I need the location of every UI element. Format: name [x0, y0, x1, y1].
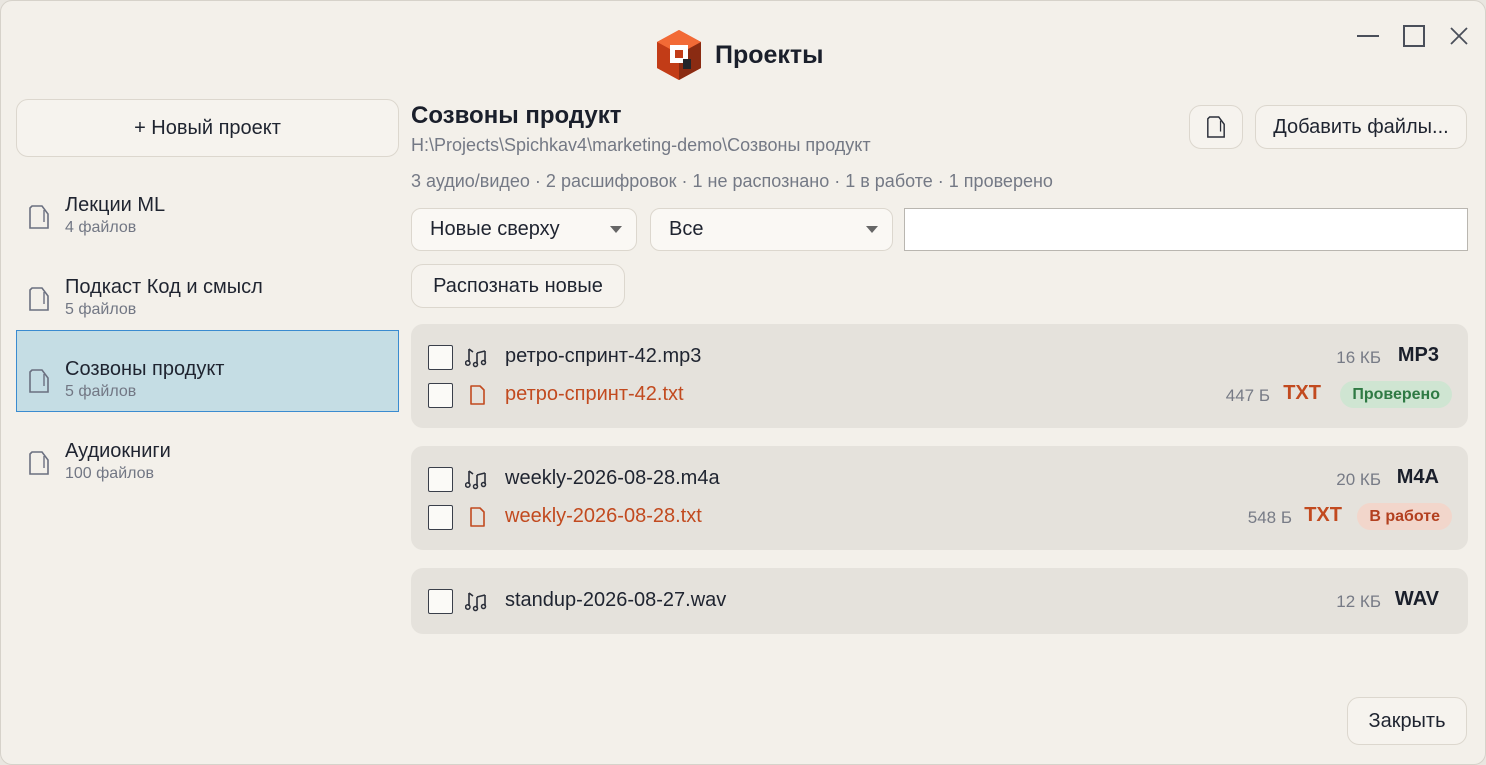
- maximize-button[interactable]: [1399, 21, 1429, 51]
- file-size: 12 КБ: [1336, 592, 1381, 611]
- file-row-transcript: ретро-спринт-42.txt 447 Б TXT Проверено: [411, 380, 1468, 410]
- folder-icon: [29, 205, 49, 229]
- project-file-count: 5 файлов: [65, 301, 137, 318]
- music-note-icon: [465, 470, 487, 490]
- file-checkbox[interactable]: [428, 345, 453, 370]
- project-file-count: 100 файлов: [65, 465, 155, 482]
- file-row-media: standup-2026-08-27.wav 12 КБ WAV: [411, 586, 1468, 616]
- transcript-file-name[interactable]: ретро-спринт-42.txt: [505, 383, 684, 406]
- project-name: Созвоны продукт: [65, 358, 225, 380]
- file-type: TXT: [1283, 382, 1321, 404]
- filter-select-value: Все: [669, 218, 704, 240]
- app-title: Проекты: [715, 41, 824, 69]
- recognize-new-button[interactable]: Распознать новые: [411, 264, 625, 308]
- document-icon: [470, 385, 485, 405]
- folder-icon: [29, 451, 49, 475]
- minimize-icon: [1357, 35, 1379, 37]
- transcript-file-name[interactable]: weekly-2026-08-28.txt: [505, 505, 702, 528]
- project-title: Созвоны продукт: [411, 102, 622, 129]
- file-checkbox[interactable]: [428, 383, 453, 408]
- file-type: M4A: [1396, 466, 1439, 488]
- new-project-button[interactable]: + Новый проект: [16, 99, 399, 157]
- search-input[interactable]: [904, 208, 1468, 251]
- project-item-selected[interactable]: Созвоны продукт 5 файлов: [16, 330, 399, 412]
- file-type: TXT: [1304, 504, 1342, 526]
- file-checkbox[interactable]: [428, 505, 453, 530]
- file-row-transcript: weekly-2026-08-28.txt 548 Б TXT В работе: [411, 502, 1468, 532]
- filter-select[interactable]: Все: [650, 208, 893, 251]
- project-stats: 3 аудио/видео · 2 расшифровок · 1 не рас…: [411, 171, 1053, 191]
- project-name: Подкаст Код и смысл: [65, 276, 263, 298]
- maximize-icon: [1403, 25, 1425, 47]
- folder-icon: [29, 287, 49, 311]
- project-item[interactable]: Лекции ML 4 файлов: [16, 166, 399, 248]
- media-file-name[interactable]: standup-2026-08-27.wav: [505, 589, 726, 612]
- file-type: WAV: [1394, 588, 1439, 610]
- add-files-button[interactable]: Добавить файлы...: [1255, 105, 1467, 149]
- project-file-count: 5 файлов: [65, 383, 137, 400]
- sort-select-value: Новые сверху: [430, 218, 560, 240]
- file-checkbox[interactable]: [428, 467, 453, 492]
- chevron-down-icon: [610, 226, 622, 233]
- project-file-count: 4 файлов: [65, 219, 137, 236]
- app-logo-icon: [657, 30, 701, 80]
- close-window-button[interactable]: [1444, 21, 1474, 51]
- file-size: 20 КБ: [1336, 470, 1381, 489]
- title-bar: Проекты: [1, 1, 1485, 97]
- status-badge: Проверено: [1340, 381, 1452, 408]
- music-note-icon: [465, 348, 487, 368]
- file-group: weekly-2026-08-28.m4a 20 КБ M4A weekly-2…: [411, 446, 1468, 550]
- file-group: ретро-спринт-42.mp3 16 КБ MP3 ретро-спри…: [411, 324, 1468, 428]
- media-file-name[interactable]: ретро-спринт-42.mp3: [505, 345, 701, 368]
- close-icon: [1450, 27, 1468, 45]
- project-path: H:\Projects\Spichkav4\marketing-demo\Соз…: [411, 135, 871, 155]
- file-group: standup-2026-08-27.wav 12 КБ WAV: [411, 568, 1468, 634]
- close-button[interactable]: Закрыть: [1347, 697, 1467, 745]
- project-list: Лекции ML 4 файлов Подкаст Код и смысл 5…: [16, 166, 399, 494]
- project-name: Аудиокниги: [65, 440, 171, 462]
- status-badge: В работе: [1357, 503, 1452, 530]
- file-row-media: weekly-2026-08-28.m4a 20 КБ M4A: [411, 464, 1468, 494]
- file-row-media: ретро-спринт-42.mp3 16 КБ MP3: [411, 342, 1468, 372]
- minimize-button[interactable]: [1353, 21, 1383, 51]
- project-item[interactable]: Подкаст Код и смысл 5 файлов: [16, 248, 399, 330]
- media-file-name[interactable]: weekly-2026-08-28.m4a: [505, 467, 720, 490]
- file-size: 447 Б: [1225, 386, 1270, 405]
- project-item[interactable]: Аудиокниги 100 файлов: [16, 412, 399, 494]
- projects-window: Проекты + Новый проект Лекции ML 4 файло…: [0, 0, 1486, 765]
- project-name: Лекции ML: [65, 194, 166, 216]
- file-type: MP3: [1397, 344, 1439, 366]
- document-icon: [470, 507, 485, 527]
- file-size: 16 КБ: [1336, 348, 1381, 367]
- folder-icon: [1207, 116, 1225, 138]
- open-folder-button[interactable]: [1189, 105, 1243, 149]
- folder-icon: [29, 369, 49, 393]
- music-note-icon: [465, 592, 487, 612]
- file-size: 548 Б: [1247, 508, 1292, 527]
- sort-select[interactable]: Новые сверху: [411, 208, 637, 251]
- chevron-down-icon: [866, 226, 878, 233]
- file-checkbox[interactable]: [428, 589, 453, 614]
